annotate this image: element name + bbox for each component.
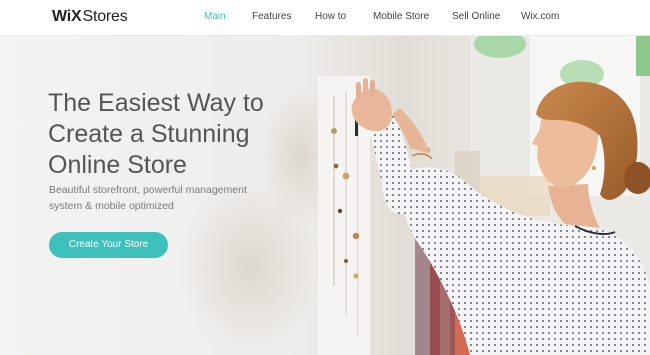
nav-item-features[interactable]: Features	[252, 0, 291, 35]
main-nav: Main Features How to Mobile Store Sell O…	[0, 0, 650, 35]
hero-title-line: Create a Stunning	[48, 120, 250, 148]
site-header: WiX Stores Main Features How to Mobile S…	[0, 0, 650, 36]
create-your-store-button[interactable]: Create Your Store	[49, 232, 168, 258]
hero-title: The Easiest Way to Create a Stunning Onl…	[48, 88, 348, 181]
hero-subtitle-line: Beautiful storefront, powerful managemen…	[49, 184, 247, 196]
hero-title-line: Online Store	[48, 151, 187, 179]
nav-item-wix-com[interactable]: Wix.com	[521, 0, 559, 35]
nav-item-how-to[interactable]: How to	[315, 0, 346, 35]
hero-title-line: The Easiest Way to	[48, 89, 264, 117]
hero-section: The Easiest Way to Create a Stunning Onl…	[0, 36, 650, 355]
nav-item-main[interactable]: Main	[204, 0, 226, 35]
hero-subtitle: Beautiful storefront, powerful managemen…	[49, 182, 279, 214]
page: WiX Stores Main Features How to Mobile S…	[0, 0, 650, 355]
hero-subtitle-line: system & mobile optimized	[49, 200, 174, 212]
nav-item-sell-online[interactable]: Sell Online	[452, 0, 500, 35]
nav-item-mobile-store[interactable]: Mobile Store	[373, 0, 429, 35]
